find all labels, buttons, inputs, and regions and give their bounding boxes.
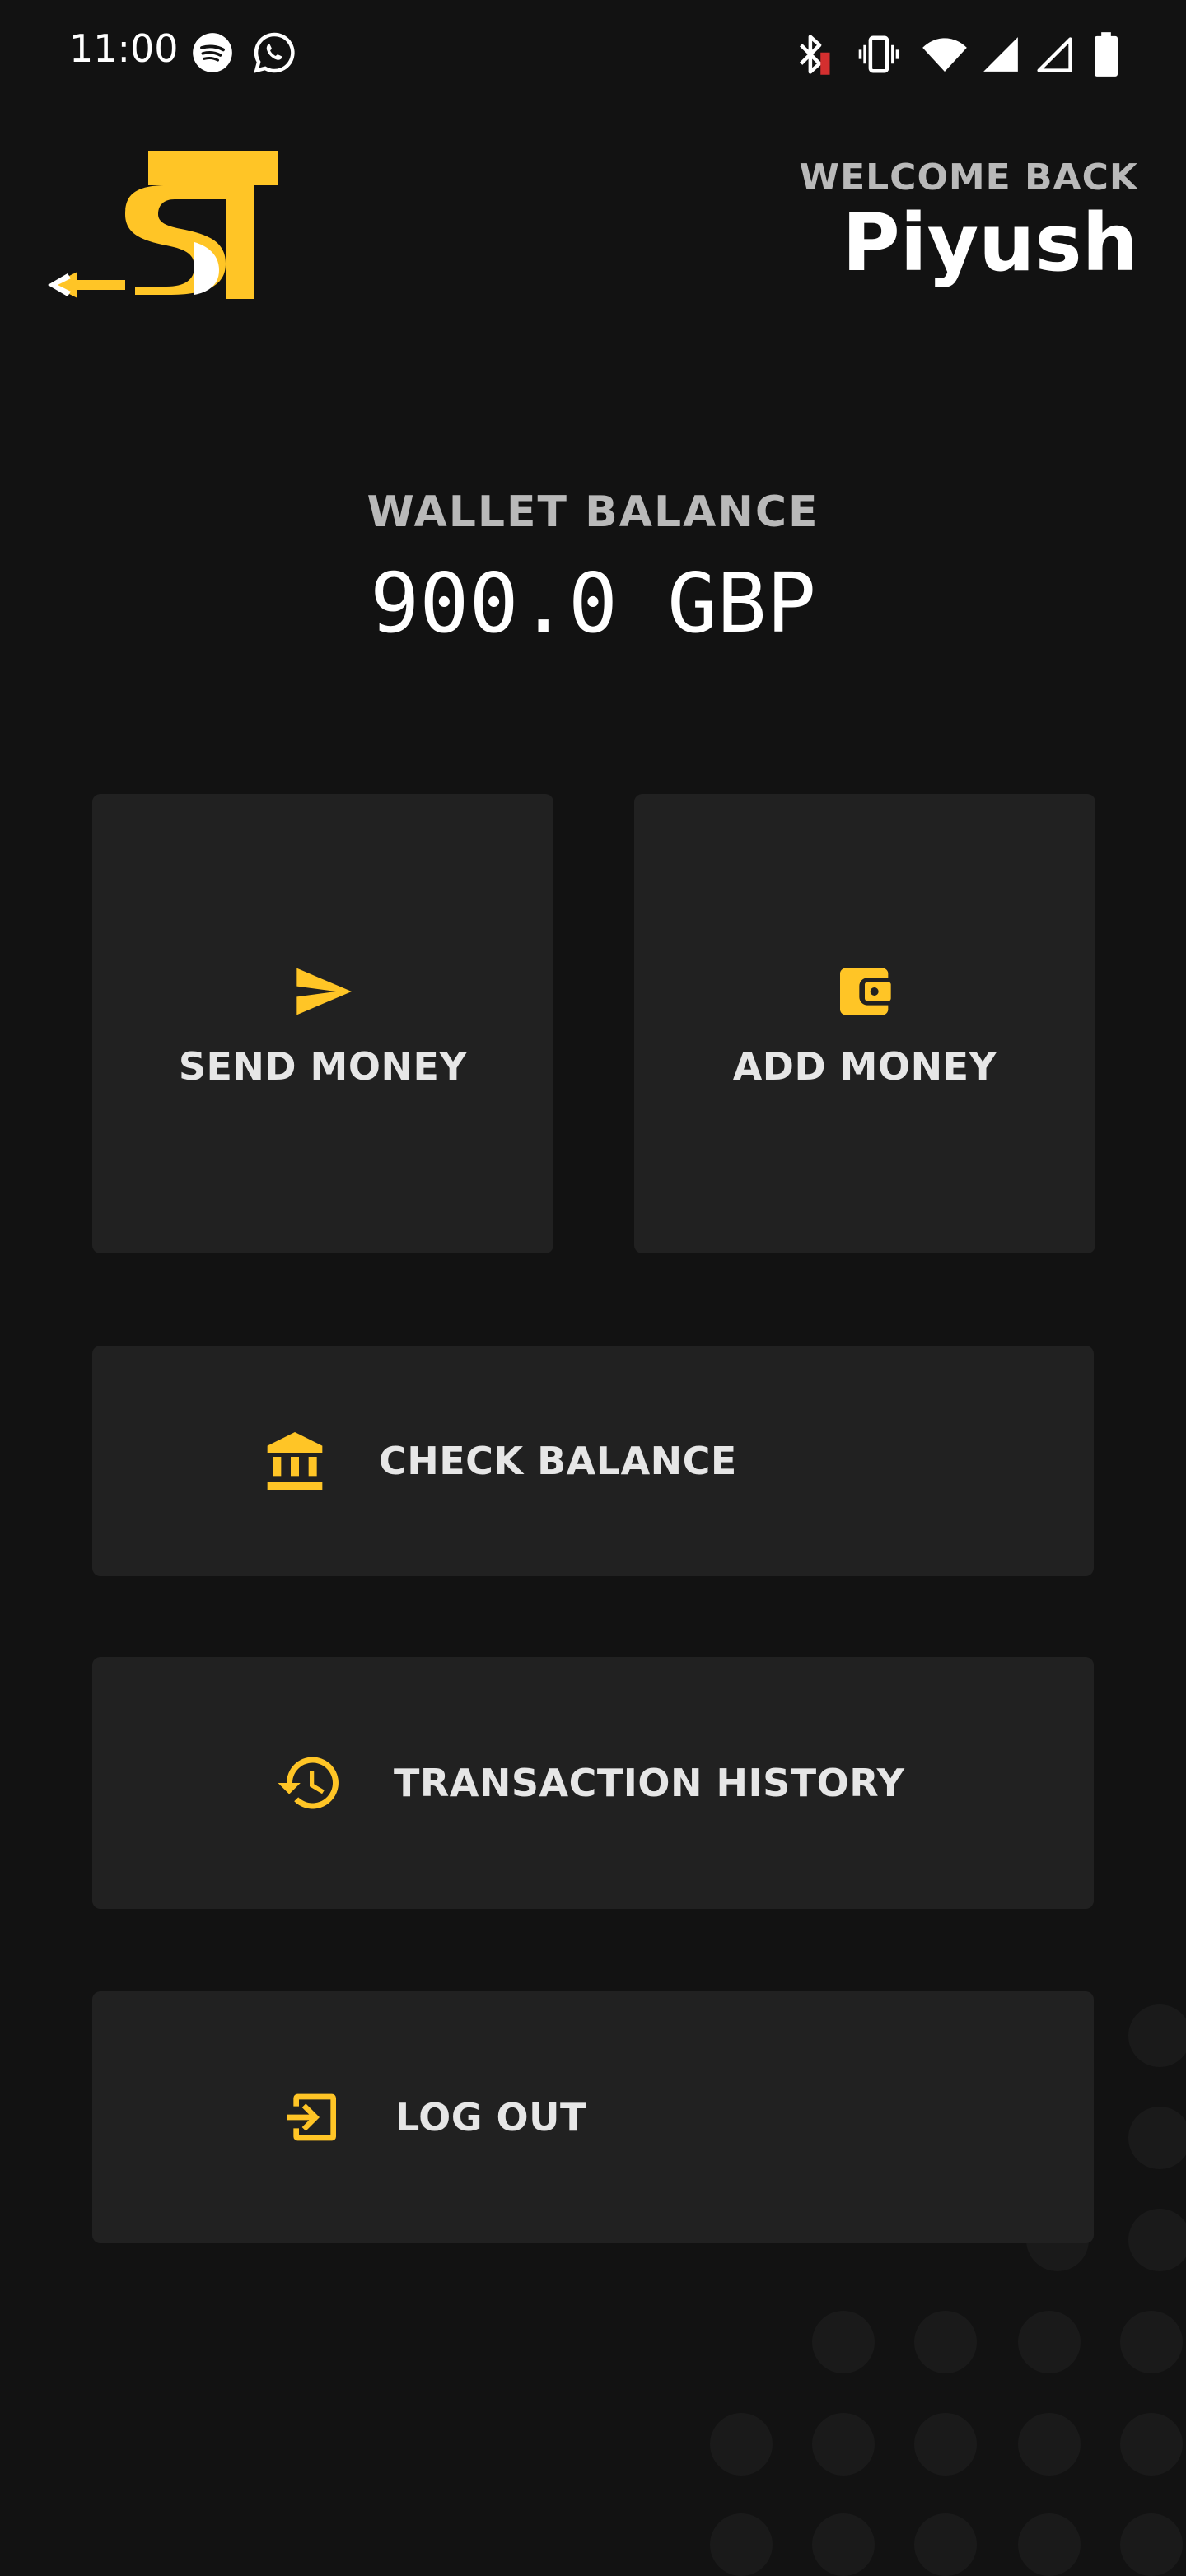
transaction-history-label: TRANSACTION HISTORY: [394, 1761, 905, 1805]
welcome-block: WELCOME BACK Piyush: [800, 156, 1138, 285]
send-icon: [290, 959, 356, 1024]
send-money-button[interactable]: SEND MONEY: [92, 794, 553, 1253]
signal-empty-icon: [1033, 31, 1076, 77]
wallet-balance-label: WALLET BALANCE: [367, 488, 819, 537]
check-balance-label: CHECK BALANCE: [379, 1439, 737, 1483]
add-money-label: ADD MONEY: [732, 1044, 997, 1089]
wallet-icon: [832, 959, 898, 1024]
spotify-icon: [191, 31, 234, 74]
bank-icon: [262, 1428, 328, 1494]
add-money-button[interactable]: ADD MONEY: [634, 794, 1095, 1253]
wallet-balance-section: WALLET BALANCE 900.0 GBP: [0, 488, 1186, 651]
whatsapp-icon: [252, 30, 296, 75]
signal-icon: [980, 31, 1021, 77]
transaction-history-button[interactable]: TRANSACTION HISTORY: [92, 1657, 1094, 1909]
bluetooth-icon: [789, 31, 833, 77]
logout-icon: [278, 2084, 344, 2150]
log-out-label: LOG OUT: [395, 2095, 586, 2140]
send-money-label: SEND MONEY: [178, 1044, 468, 1089]
wallet-balance-amount: 900.0 GBP: [370, 555, 816, 651]
welcome-label: WELCOME BACK: [799, 156, 1138, 198]
history-icon: [275, 1748, 344, 1818]
battery-icon: [1092, 31, 1120, 77]
status-time: 11:00: [69, 26, 179, 71]
vibrate-icon: [857, 31, 901, 77]
status-bar: 11:00: [0, 0, 1186, 107]
log-out-button[interactable]: LOG OUT: [92, 1991, 1094, 2243]
wifi-icon: [919, 31, 970, 77]
app-logo: [43, 148, 290, 305]
check-balance-button[interactable]: CHECK BALANCE: [92, 1346, 1094, 1576]
user-name: Piyush: [842, 197, 1138, 289]
